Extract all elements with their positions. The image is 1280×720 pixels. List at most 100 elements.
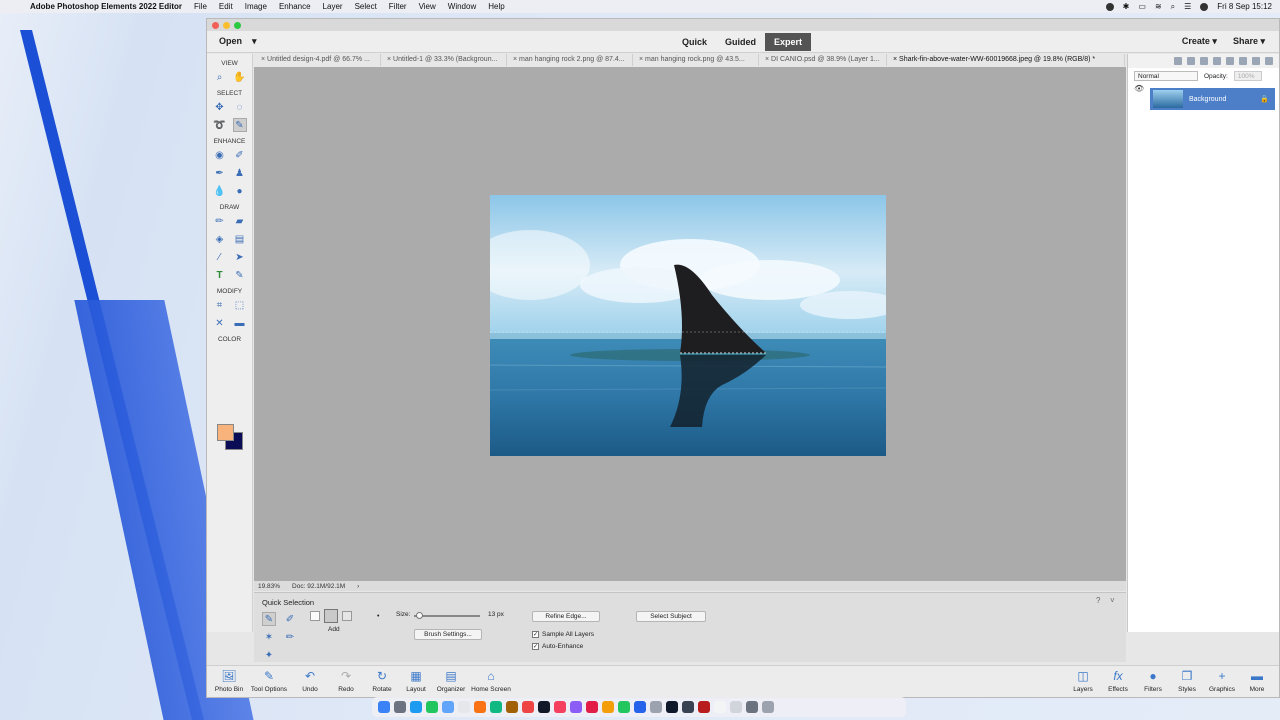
marquee-tool-icon[interactable]: ◌ — [233, 100, 247, 114]
zoom-window-button[interactable] — [234, 21, 241, 29]
zoom-level[interactable]: 19.83% — [258, 583, 280, 590]
messages-icon[interactable] — [426, 701, 438, 713]
gradient-tool-icon[interactable]: ▤ — [233, 232, 247, 246]
lasso-tool-icon[interactable]: ➰ — [213, 118, 227, 132]
document-image-shark-fin[interactable] — [490, 195, 886, 456]
app-store-icon[interactable] — [634, 701, 646, 713]
safari-icon[interactable] — [410, 701, 422, 713]
record-icon[interactable] — [1105, 2, 1114, 11]
recompose-tool-icon[interactable]: ⬚ — [233, 298, 247, 312]
news-icon[interactable] — [586, 701, 598, 713]
add-to-selection-mode-icon[interactable] — [324, 609, 338, 623]
menu-layer[interactable]: Layer — [323, 2, 343, 11]
panel-menu-icon[interactable] — [1265, 57, 1273, 65]
menu-image[interactable]: Image — [245, 2, 267, 11]
wifi-icon[interactable]: ≋ — [1155, 2, 1162, 11]
sponge-tool-icon[interactable]: ● — [233, 184, 247, 198]
notes-icon[interactable] — [458, 701, 470, 713]
foreground-color-swatch[interactable] — [217, 424, 234, 441]
straighten-tool-icon[interactable]: ▬ — [233, 316, 247, 330]
quick-selection-tool-icon[interactable]: ✎ — [232, 118, 247, 132]
downloads-icon[interactable] — [746, 701, 758, 713]
mail-icon[interactable] — [442, 701, 454, 713]
more-button[interactable]: ▬ More — [1235, 669, 1279, 693]
menu-help[interactable]: Help — [488, 2, 504, 11]
document-tab[interactable]: × DI CANIO.psd @ 38.9% (Layer 1... — [759, 54, 887, 66]
terminal-icon[interactable] — [666, 701, 678, 713]
calendar-icon[interactable] — [522, 701, 534, 713]
document-icon[interactable] — [730, 701, 742, 713]
new-group-icon[interactable] — [1187, 57, 1195, 65]
system-settings-icon[interactable] — [650, 701, 662, 713]
pages-icon[interactable] — [602, 701, 614, 713]
magic-wand-tool-icon[interactable]: ✶ — [262, 630, 276, 644]
new-selection-mode-icon[interactable] — [310, 611, 320, 621]
refine-selection-brush-icon[interactable]: ✏ — [283, 630, 297, 644]
launchpad-icon[interactable] — [394, 701, 406, 713]
hand-tool-icon[interactable]: ✋ — [233, 70, 247, 84]
eraser-tool-icon[interactable]: ▰ — [233, 214, 247, 228]
help-icon[interactable]: ? — [1096, 596, 1100, 605]
content-aware-move-tool-icon[interactable]: ✕ — [213, 316, 227, 330]
menubar-clock[interactable]: Fri 8 Sep 15:12 — [1217, 2, 1272, 11]
size-value[interactable]: 13 px — [488, 611, 504, 618]
selection-brush-tool-icon[interactable]: ✐ — [283, 612, 297, 626]
capture-icon[interactable] — [682, 701, 694, 713]
select-subject-button[interactable]: Select Subject — [636, 611, 706, 622]
canvas-area[interactable] — [254, 67, 1126, 581]
paint-bucket-tool-icon[interactable]: ◈ — [213, 232, 227, 246]
music-icon[interactable] — [554, 701, 566, 713]
collapse-chevron-icon[interactable]: ˅ — [1110, 596, 1115, 605]
layer-lock-icon[interactable]: 🔒 — [1260, 95, 1269, 103]
custom-shape-tool-icon[interactable]: ➤ — [233, 250, 247, 264]
home-screen-button[interactable]: ⌂ Home Screen — [469, 669, 513, 693]
photos-icon[interactable] — [474, 701, 486, 713]
type-tool-icon[interactable]: T — [213, 268, 227, 282]
pencil-tool-icon[interactable]: ✎ — [233, 268, 247, 282]
bluetooth-icon[interactable]: ✱ — [1123, 2, 1130, 11]
menu-view[interactable]: View — [419, 2, 436, 11]
layer-visibility-eye-icon[interactable]: 👁 — [1134, 84, 1144, 93]
layer-row-background[interactable]: Background 🔒 — [1150, 88, 1275, 110]
facetime-icon[interactable] — [490, 701, 502, 713]
share-button[interactable]: Share ▾ — [1233, 36, 1265, 47]
menu-window[interactable]: Window — [448, 2, 476, 11]
trash-icon[interactable] — [1252, 57, 1260, 65]
layer-mask-icon[interactable] — [1213, 57, 1221, 65]
numbers-icon[interactable] — [618, 701, 630, 713]
mode-quick[interactable]: Quick — [673, 33, 716, 51]
tool-options-button[interactable]: ✎ Tool Options — [247, 669, 291, 693]
crop-tool-icon[interactable]: ⌗ — [213, 298, 227, 312]
battery-icon[interactable]: ▭ — [1138, 2, 1146, 11]
blur-tool-icon[interactable]: 💧 — [213, 184, 227, 198]
document-tab[interactable]: × man hanging rock 2.png @ 87.4... — [507, 54, 633, 66]
podcasts-icon[interactable] — [570, 701, 582, 713]
create-button[interactable]: Create ▾ — [1182, 36, 1217, 47]
minimize-window-button[interactable] — [223, 21, 230, 29]
quick-selection-tool-icon[interactable]: ✎ — [262, 612, 276, 626]
recorder-icon[interactable] — [698, 701, 710, 713]
status-arrow-icon[interactable]: › — [357, 583, 359, 590]
siri-icon[interactable] — [1200, 2, 1209, 11]
red-eye-tool-icon[interactable]: ◉ — [213, 148, 227, 162]
zoom-tool-icon[interactable]: ⌕ — [213, 70, 227, 84]
blend-mode-select[interactable]: Normal — [1134, 71, 1198, 81]
spotlight-search-icon[interactable]: ⌕ — [1171, 2, 1175, 12]
document-tab[interactable]: × man hanging rock.png @ 43.5... — [633, 54, 759, 66]
trash-icon[interactable] — [762, 701, 774, 713]
document-tab-active[interactable]: × Shark-fin-above-water-WW-60019668.jpeg… — [887, 54, 1125, 66]
size-slider[interactable] — [414, 612, 480, 619]
close-window-button[interactable] — [212, 21, 219, 29]
brush-tool-icon[interactable]: ✏ — [213, 214, 227, 228]
menu-select[interactable]: Select — [355, 2, 377, 11]
refine-edge-button[interactable]: Refine Edge... — [532, 611, 600, 622]
brush-settings-button[interactable]: Brush Settings... — [414, 629, 482, 640]
mode-expert[interactable]: Expert — [765, 33, 812, 51]
menu-file[interactable]: File — [194, 2, 207, 11]
auto-enhance-checkbox[interactable]: ✓ Auto-Enhance — [532, 643, 583, 650]
document-tab[interactable]: × Untitled design-4.pdf @ 66.7% ... — [255, 54, 381, 66]
document-icon[interactable] — [714, 701, 726, 713]
subtract-selection-mode-icon[interactable] — [342, 611, 352, 621]
smart-brush-tool-icon[interactable]: ✒ — [213, 166, 227, 180]
organizer-button[interactable]: ▤ Organizer — [429, 669, 473, 693]
